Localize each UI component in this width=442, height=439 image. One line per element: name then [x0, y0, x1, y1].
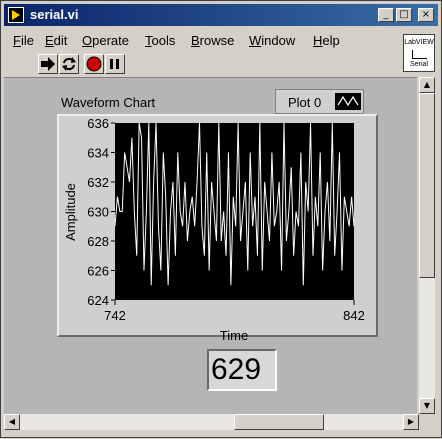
numeric-indicator[interactable]: 629 [207, 349, 277, 391]
y-tick-label: 632 [87, 175, 109, 190]
x-axis: 742 842 [104, 300, 365, 323]
horizontal-scrollbar[interactable]: ◀ ▶ [4, 414, 419, 430]
y-tick-label: 628 [87, 234, 109, 249]
scroll-left-button[interactable]: ◀ [4, 414, 20, 430]
y-axis-label: Amplitude [63, 183, 78, 241]
y-tick-label: 634 [87, 146, 109, 161]
vi-window: serial.vi _ □ × File Edit Operate Tools … [0, 0, 442, 438]
x-axis-label: Time [220, 328, 248, 343]
scroll-up-button[interactable]: ▲ [419, 77, 435, 93]
y-axis: 636 634 632 630 628 626 624 [87, 116, 115, 308]
y-tick-label: 626 [87, 264, 109, 279]
scroll-right-button[interactable]: ▶ [403, 414, 419, 430]
y-tick-label: 624 [87, 293, 109, 308]
y-tick-label: 630 [87, 205, 109, 220]
x-tick-label: 842 [343, 308, 365, 323]
vertical-scrollbar[interactable]: ▲ ▼ [419, 77, 435, 414]
scroll-down-button[interactable]: ▼ [419, 398, 435, 414]
vertical-scroll-thumb[interactable] [419, 93, 435, 278]
y-tick-label: 636 [87, 116, 109, 131]
resize-grip[interactable] [419, 414, 435, 430]
x-tick-label: 742 [104, 308, 126, 323]
horizontal-scroll-thumb[interactable] [234, 414, 324, 430]
